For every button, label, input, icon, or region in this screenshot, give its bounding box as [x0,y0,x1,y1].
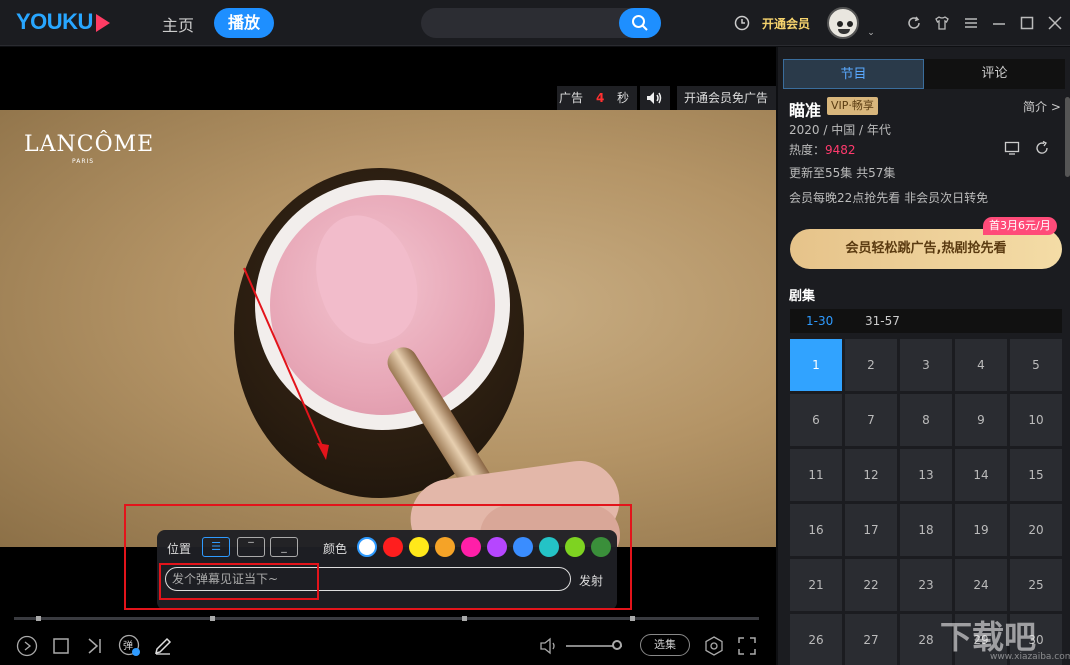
ad-seconds: 4 [596,91,605,105]
show-meta: 2020 / 中国 / 年代 [789,123,891,137]
share-icon[interactable] [1034,140,1050,156]
tv-cast-icon[interactable] [1004,140,1020,156]
search-box[interactable] [421,8,661,38]
search-button[interactable] [619,8,661,38]
minimize-icon[interactable] [991,15,1007,31]
episode-cell[interactable]: 23 [900,559,952,611]
ad-seconds-unit: 秒 [617,91,630,105]
episode-cell[interactable]: 15 [1010,449,1062,501]
tab-program[interactable]: 节目 [783,59,924,89]
clock-icon[interactable] [734,15,750,31]
nav-home[interactable]: 主页 [162,12,194,36]
episode-cell[interactable]: 10 [1010,394,1062,446]
episode-cell[interactable]: 7 [845,394,897,446]
video-frame[interactable]: LANCÔME PARIS [0,110,776,547]
episode-cell[interactable]: 16 [790,504,842,556]
update-info: 更新至55集 共57集 [789,166,896,180]
episode-cell[interactable]: 18 [900,504,952,556]
episode-cell[interactable]: 21 [790,559,842,611]
intro-link[interactable]: 简介 > [1023,98,1061,115]
avatar-mouth-icon [838,29,850,34]
maximize-icon[interactable] [1019,15,1035,31]
play-icon[interactable] [16,635,38,657]
heat-value: 9482 [825,143,856,157]
avatar-eye-icon [847,21,853,27]
episode-cell[interactable]: 24 [955,559,1007,611]
logo-play-icon [95,14,110,32]
pencil-icon[interactable] [153,636,173,656]
sidebar-tabs: 节目 评论 [783,59,1065,89]
open-vip-link[interactable]: 开通会员 [762,15,810,32]
watermark-url: www.xiazaiba.com [990,652,1070,662]
ad-countdown: 广告 4 秒 [557,86,637,110]
nav-play[interactable]: 播放 [214,8,274,38]
heat-line: 热度：9482 [789,141,856,158]
volume-icon[interactable] [539,637,561,655]
episode-range-tabs: 1-30 31-57 [790,309,1062,333]
svg-text:弹: 弹 [123,639,133,652]
episode-cell[interactable]: 1 [790,339,842,391]
episode-cell[interactable]: 22 [845,559,897,611]
episode-cell[interactable]: 20 [1010,504,1062,556]
episode-cell[interactable]: 13 [900,449,952,501]
volume-icon [647,92,662,104]
episode-cell[interactable]: 8 [900,394,952,446]
episode-cell[interactable]: 17 [845,504,897,556]
sidebar-scrollbar[interactable] [1065,97,1070,177]
avatar[interactable] [827,7,859,39]
tab-comments[interactable]: 评论 [924,59,1065,89]
promo-price-tag: 首3月6元/月 [983,217,1057,235]
youku-logo[interactable]: YOUKU [16,9,110,35]
progress-marker [36,616,41,621]
episode-cell[interactable]: 3 [900,339,952,391]
episode-cell[interactable]: 6 [790,394,842,446]
episode-cell[interactable]: 19 [955,504,1007,556]
annotation-arrow [243,267,329,460]
show-title: 瞄准 [789,101,822,120]
episode-cell[interactable]: 5 [1010,339,1062,391]
chevron-down-icon[interactable]: ⌄ [862,24,880,42]
sidebar: 节目 评论 瞄准 VIP·畅享 简介 > 2020 / 中国 / 年代 热度：9… [778,47,1070,665]
ad-volume-button[interactable] [640,86,670,110]
progress-bar[interactable] [14,616,759,621]
logo-text: YOUKU [16,9,93,34]
vip-badge: VIP·畅享 [827,97,878,115]
heat-label: 热度： [789,143,826,157]
vip-note: 会员每晚22点抢先看 非会员次日转免 [789,191,989,205]
danmu-toggle-icon[interactable]: 弹 [118,634,140,656]
ad-label: 广告 [559,91,584,105]
close-icon[interactable] [1047,15,1063,31]
vip-promo-button[interactable]: 会员轻松跳广告,热剧抢先看 [790,229,1062,269]
skin-shirt-icon[interactable] [934,15,950,31]
stop-icon[interactable] [52,637,70,655]
episode-cell[interactable]: 11 [790,449,842,501]
progress-marker [210,616,215,621]
settings-icon[interactable] [703,635,725,657]
episode-cell[interactable]: 27 [845,614,897,665]
episode-cell[interactable]: 14 [955,449,1007,501]
episode-cell[interactable]: 25 [1010,559,1062,611]
fullscreen-icon[interactable] [737,636,757,656]
menu-icon[interactable] [963,15,979,31]
episode-cell[interactable]: 12 [845,449,897,501]
progress-marker [462,616,467,621]
episodes-heading: 剧集 [789,289,816,304]
episode-range-tab-1[interactable]: 1-30 [806,309,833,333]
episode-cell[interactable]: 2 [845,339,897,391]
avatar-eye-icon [837,21,843,27]
episode-cell[interactable]: 4 [955,339,1007,391]
episode-range-tab-2[interactable]: 31-57 [865,309,900,333]
refresh-icon[interactable] [906,15,922,31]
episode-cell[interactable]: 9 [955,394,1007,446]
annotation-box-input [159,563,319,600]
episode-cell[interactable]: 26 [790,614,842,665]
volume-knob[interactable] [612,640,622,650]
progress-marker [630,616,635,621]
next-icon[interactable] [86,637,104,655]
video-player[interactable]: 广告 4 秒 开通会员免广告 LANCÔME PARIS 位置 ☰ ‾ _ 颜色… [0,47,776,665]
vip-skip-ad-button[interactable]: 开通会员免广告 [677,86,776,110]
select-episodes-button[interactable]: 选集 [640,634,690,656]
top-bar: YOUKU 主页 播放 开通会员 ⌄ [0,0,1070,46]
search-icon [632,15,648,31]
